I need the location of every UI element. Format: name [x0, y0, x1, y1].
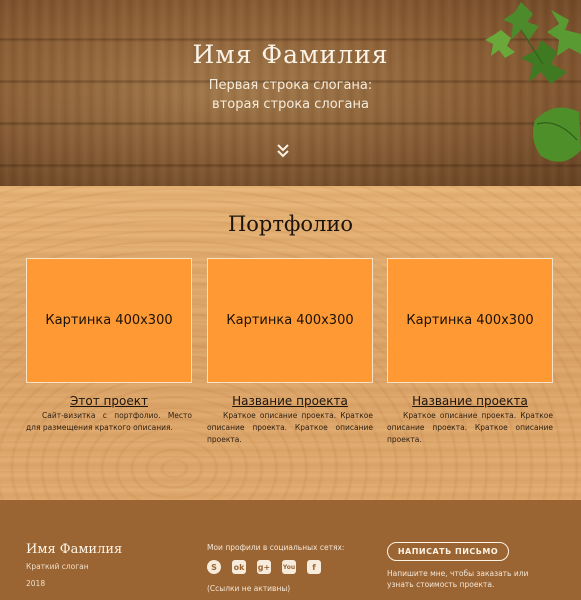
project-title-1[interactable]: Этот проект: [26, 394, 192, 408]
footer-name: Имя Фамилия: [26, 542, 123, 557]
social-icons-row: S ok g+ You f: [207, 560, 321, 574]
facebook-icon[interactable]: f: [307, 560, 321, 574]
project-description-1: Сайт-визитка с портфолио. Место для разм…: [26, 411, 192, 432]
footer-year: 2018: [26, 579, 46, 588]
footer-slogan: Краткий слоган: [26, 562, 89, 571]
project-image-2[interactable]: Картинка 400x300: [207, 258, 373, 383]
project-title-3[interactable]: Название проекта: [387, 394, 553, 408]
project-description-3: Краткое описание проекта. Краткое описан…: [387, 411, 553, 444]
write-letter-note: Напишите мне, чтобы заказать или узнать …: [387, 569, 529, 589]
leaves-decoration: [481, 0, 581, 170]
project-image-1[interactable]: Картинка 400x300: [26, 258, 192, 383]
hero-section: Имя Фамилия Первая строка слогана: втора…: [0, 0, 581, 186]
project-title-2[interactable]: Название проекта: [207, 394, 373, 408]
odnoklassniki-icon[interactable]: ok: [232, 560, 246, 574]
portfolio-heading: Портфолио: [227, 212, 354, 236]
project-image-3[interactable]: Картинка 400x300: [387, 258, 553, 383]
links-inactive-note: (Ссылки не активны): [207, 584, 291, 593]
write-letter-button[interactable]: НАПИСАТЬ ПИСЬМО: [387, 542, 509, 561]
skype-icon[interactable]: S: [207, 560, 221, 574]
project-description-2: Краткое описание проекта. Краткое описан…: [207, 411, 373, 444]
portfolio-section: Портфолио Картинка 400x300 Этот проект С…: [0, 186, 581, 500]
youtube-icon[interactable]: You: [282, 560, 296, 574]
footer: Имя Фамилия Краткий слоган 2018 Мои проф…: [0, 500, 581, 600]
google-plus-icon[interactable]: g+: [257, 560, 271, 574]
double-chevron-down-icon[interactable]: [276, 143, 290, 159]
social-profiles-label: Мои профили в социальных сетях:: [207, 543, 345, 552]
